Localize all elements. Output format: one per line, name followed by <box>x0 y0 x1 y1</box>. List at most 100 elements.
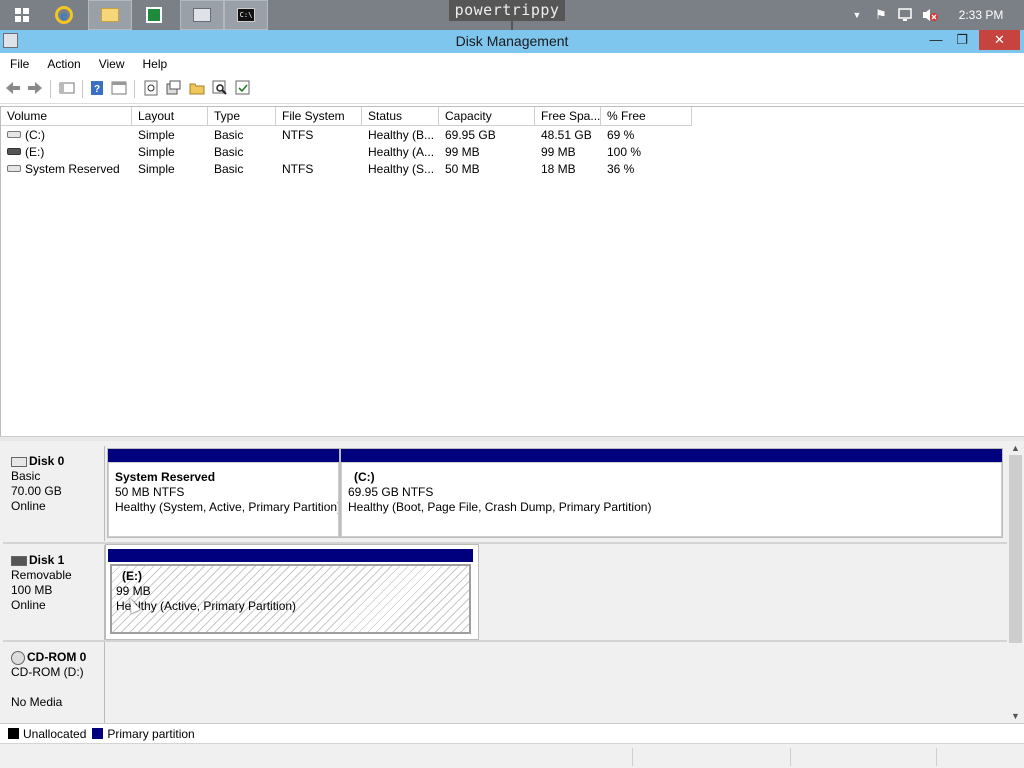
refresh-icon[interactable] <box>142 79 160 97</box>
help-icon[interactable]: ? <box>88 79 106 97</box>
app-icon <box>146 7 162 23</box>
disk-name: CD-ROM 0 <box>27 650 87 664</box>
status-cell: Healthy (A... <box>368 145 435 159</box>
column-header-volume[interactable]: Volume <box>1 107 132 126</box>
file-system-cell: NTFS <box>282 128 314 142</box>
action-center-flag-icon[interactable]: ⚑ <box>872 0 890 30</box>
scroll-down-icon[interactable]: ▼ <box>1007 709 1024 723</box>
primary-partition-swatch <box>92 728 104 739</box>
cdrom-0-label[interactable]: CD-ROM 0 CD-ROM (D:) No Media <box>3 642 105 723</box>
partition-c[interactable]: (C:) 69.95 GB NTFS Healthy (Boot, Page F… <box>340 448 1003 538</box>
rescan-disks-icon[interactable] <box>164 79 182 97</box>
partition-system-reserved[interactable]: System Reserved 50 MB NTFS Healthy (Syst… <box>107 448 340 538</box>
column-header-percent-free[interactable]: % Free <box>601 107 692 126</box>
menu-bar: File Action View Help <box>0 53 1024 74</box>
column-header-free-space[interactable]: Free Spa... <box>535 107 601 126</box>
disk-management-icon <box>193 8 211 22</box>
taskbar-internet-explorer[interactable]: e <box>42 0 86 30</box>
partition-size: 50 MB NTFS <box>115 485 185 499</box>
menu-action[interactable]: Action <box>37 57 88 71</box>
forward-arrow-icon[interactable] <box>26 79 44 97</box>
graphical-view-scrollbar[interactable]: ▲ ▼ <box>1007 441 1024 723</box>
taskbar-file-explorer[interactable] <box>88 0 132 30</box>
disk-state: No Media <box>11 695 63 709</box>
volume-cell: System Reserved <box>1 161 132 178</box>
taskbar-clock[interactable]: 2:33 PM <box>950 0 1012 30</box>
partition-body: System Reserved 50 MB NTFS Healthy (Syst… <box>108 462 339 537</box>
command-prompt-icon: C:\ <box>237 8 255 22</box>
watermark-tick <box>511 21 513 30</box>
partition-name: System Reserved <box>115 470 216 484</box>
percent-free-cell: 36 % <box>607 162 635 176</box>
disk-name: Disk 1 <box>29 553 65 567</box>
volume-name: (E:) <box>25 145 45 159</box>
disk-size <box>11 680 104 695</box>
scroll-thumb[interactable] <box>1009 455 1022 643</box>
disk-size: 70.00 GB <box>11 484 62 498</box>
toolbar: ? <box>0 74 1024 104</box>
menu-view[interactable]: View <box>89 57 133 71</box>
network-icon[interactable] <box>896 0 916 30</box>
taskbar-green-app[interactable] <box>132 0 176 30</box>
volume-row[interactable]: (C:) Simple Basic NTFS Healthy (B... 69.… <box>1 127 1024 144</box>
column-header-type[interactable]: Type <box>208 107 276 126</box>
file-system-cell: NTFS <box>282 162 314 176</box>
legend: Unallocated Primary partition <box>0 723 1024 743</box>
partition-body: (C:) 69.95 GB NTFS Healthy (Boot, Page F… <box>341 462 1002 537</box>
volume-row[interactable]: System Reserved Simple Basic NTFS Health… <box>1 161 1024 178</box>
start-button[interactable] <box>0 0 44 30</box>
volume-name: System Reserved <box>25 162 120 176</box>
type-cell: Basic <box>214 145 244 159</box>
unallocated-swatch <box>8 728 19 739</box>
properties-icon[interactable] <box>110 79 128 97</box>
column-header-file-system[interactable]: File System <box>276 107 362 126</box>
disk-0-label[interactable]: Disk 0 Basic 70.00 GB Online <box>3 446 105 541</box>
toolbar-separator <box>134 80 135 98</box>
disk-kind: Basic <box>11 469 41 483</box>
taskbar-command-prompt[interactable]: C:\ <box>224 0 268 30</box>
show-hide-console-tree-icon[interactable] <box>58 79 76 97</box>
back-arrow-icon[interactable] <box>4 79 22 97</box>
minimize-button[interactable]: — <box>923 30 949 50</box>
disk-1-label[interactable]: Disk 1 Removable 100 MB Online <box>3 545 105 640</box>
capacity-cell: 50 MB <box>445 162 480 176</box>
column-header-status[interactable]: Status <box>362 107 439 126</box>
removable-drive-icon <box>7 148 21 155</box>
partition-e[interactable]: (E:) 99 MB Healthy (Active, Primary Part… <box>105 544 479 640</box>
layout-cell: Simple <box>138 145 175 159</box>
svg-text:?: ? <box>94 84 100 95</box>
close-button[interactable]: ✕ <box>979 30 1020 50</box>
partition-status: Healthy (Active, Primary Partition) <box>116 599 297 613</box>
scroll-up-icon[interactable]: ▲ <box>1007 441 1024 455</box>
partition-status: Healthy (System, Active, Primary Partiti… <box>115 500 339 514</box>
open-folder-icon[interactable] <box>188 79 206 97</box>
type-cell: Basic <box>214 162 244 176</box>
status-bar-separator <box>936 748 937 766</box>
column-header-capacity[interactable]: Capacity <box>439 107 535 126</box>
settings-icon[interactable] <box>234 79 252 97</box>
disk-graphical-view: Disk 0 Basic 70.00 GB Online System Rese… <box>0 441 1024 723</box>
disk-name-row: Disk 1 <box>11 553 104 568</box>
find-icon[interactable] <box>211 79 229 97</box>
disk-size: 100 MB <box>11 583 53 597</box>
internet-explorer-icon: e <box>55 6 73 24</box>
window-titlebar[interactable]: Disk Management — ❐ ✕ <box>0 30 1024 53</box>
menu-file[interactable]: File <box>0 57 37 71</box>
free-space-cell: 18 MB <box>541 162 576 176</box>
percent-free-cell: 69 % <box>607 128 635 142</box>
disk-name: Disk 0 <box>29 454 65 468</box>
toolbar-separator <box>50 80 51 98</box>
partition-name: (C:) <box>354 470 375 484</box>
tray-expand-icon[interactable]: ▼ <box>848 0 866 30</box>
volume-muted-icon[interactable] <box>920 0 940 30</box>
legend-primary: Primary partition <box>107 726 195 741</box>
menu-help[interactable]: Help <box>133 57 176 71</box>
disk-state: Online <box>11 598 46 612</box>
restore-button[interactable]: ❐ <box>949 30 975 50</box>
column-header-layout[interactable]: Layout <box>132 107 208 126</box>
volume-row[interactable]: (E:) Simple Basic Healthy (A... 99 MB 99… <box>1 144 1024 161</box>
percent-free-cell: 100 % <box>607 145 642 159</box>
partition-status: Healthy (Boot, Page File, Crash Dump, Pr… <box>348 500 652 514</box>
disk-kind: CD-ROM (D:) <box>11 665 84 679</box>
taskbar-disk-management[interactable] <box>180 0 224 30</box>
